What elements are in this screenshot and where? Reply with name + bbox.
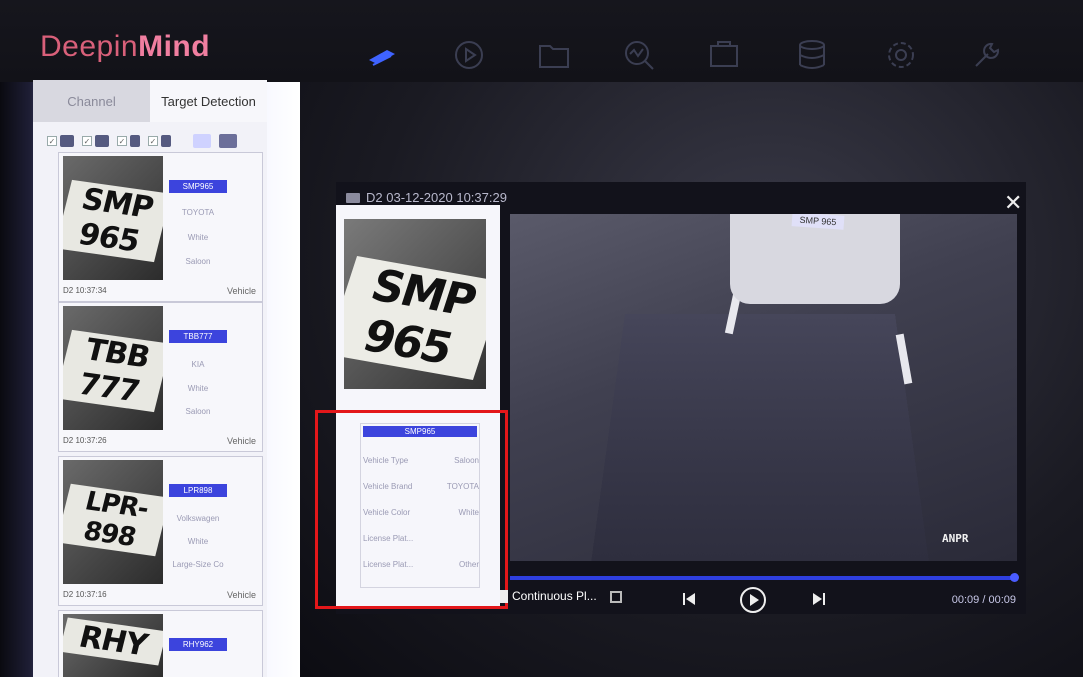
plate-snapshot: SMP 965 (344, 219, 486, 389)
capture-time: D2 10:37:26 (63, 436, 107, 445)
car-icon (95, 135, 109, 147)
list-item[interactable]: RHY RHY962 (58, 610, 263, 677)
checkbox[interactable]: ✓ (82, 136, 92, 146)
folder-icon[interactable] (537, 38, 571, 72)
target-type: Vehicle (226, 286, 256, 296)
time-readout: 00:09 / 00:09 (951, 594, 1016, 606)
camera-icon (346, 192, 360, 203)
plate-thumbnail: SMP 965 (63, 156, 163, 280)
time-sort-icon[interactable] (193, 134, 211, 148)
playback-title-text: D2 03-12-2020 10:37:29 (366, 190, 507, 205)
plate-thumbnail: RHY (63, 614, 163, 677)
capture-time: D2 10:37:16 (63, 590, 107, 599)
target-filters: ✓ ✓ ✓ ✓ (47, 130, 267, 152)
pedestrian-filter[interactable]: ✓ (148, 135, 171, 147)
storage-icon[interactable] (795, 38, 829, 72)
playback-icon[interactable] (452, 38, 486, 72)
checkbox[interactable]: ✓ (117, 136, 127, 146)
top-navigation-bar: DeepinMind (0, 0, 1083, 82)
road-surface (591, 314, 929, 561)
left-panel: Channel Target Detection ✓ ✓ ✓ ✓ SMP 965… (33, 80, 267, 677)
previous-icon[interactable] (680, 590, 698, 608)
pedestrian-icon (161, 135, 171, 147)
vehicle-body: Saloon (185, 407, 211, 416)
vehicle-color: White (187, 233, 209, 242)
app-logo: DeepinMind (40, 30, 211, 63)
video-frame: SMP 965 ANPR (510, 214, 1017, 561)
search-analysis-icon[interactable] (622, 38, 656, 72)
vehicle-filter[interactable]: ✓ (47, 135, 74, 147)
playback-title: D2 03-12-2020 10:37:29 (346, 190, 507, 205)
list-item[interactable]: SMP 965 SMP965 TOYOTA White Saloon D2 10… (58, 152, 263, 302)
next-icon[interactable] (810, 590, 828, 608)
vehicle-body: Saloon (185, 257, 211, 266)
person-icon (130, 135, 140, 147)
panel-tabs: Channel Target Detection (33, 80, 267, 122)
vehicle-brand: Volkswagen (176, 514, 220, 523)
vehicle-color: White (187, 384, 209, 393)
target-type: Vehicle (226, 590, 256, 600)
tab-channel[interactable]: Channel (33, 80, 150, 122)
target-type: Vehicle (226, 436, 256, 446)
vehicle-brand: KIA (191, 360, 205, 369)
person-filter[interactable]: ✓ (117, 135, 140, 147)
camera-icon[interactable] (365, 38, 399, 72)
anpr-overlay: ANPR (942, 532, 969, 545)
settings-icon[interactable] (884, 38, 918, 72)
red-highlight-box (315, 410, 508, 609)
pause-icon (500, 589, 508, 603)
continuous-play-button[interactable]: Continuous Pl... (500, 589, 597, 603)
plate-number-badge: RHY962 (169, 638, 227, 651)
tab-target-detection[interactable]: Target Detection (150, 80, 267, 122)
plate-number-badge: LPR898 (169, 484, 227, 497)
list-item[interactable]: LPR-898 LPR898 Volkswagen White Large-Si… (58, 456, 263, 606)
video-wall-icon[interactable] (707, 38, 741, 72)
plate-number-badge: SMP965 (169, 180, 227, 193)
tag-sort-icon[interactable] (219, 134, 237, 148)
plate-thumbnail: LPR-898 (63, 460, 163, 584)
maintenance-icon[interactable] (970, 38, 1004, 72)
vehicle-body: Large-Size Co (172, 560, 224, 569)
checkbox[interactable]: ✓ (148, 136, 158, 146)
clip-icon[interactable] (610, 591, 622, 603)
capture-time: D2 10:37:34 (63, 286, 107, 295)
close-icon[interactable]: ✕ (1004, 190, 1022, 216)
vehicle-color: White (187, 537, 209, 546)
plate-number-badge: TBB777 (169, 330, 227, 343)
list-item[interactable]: TBB 777 TBB777 KIA White Saloon D2 10:37… (58, 302, 263, 452)
play-button[interactable] (740, 587, 766, 613)
plate-thumbnail: TBB 777 (63, 306, 163, 430)
progress-bar[interactable] (510, 576, 1018, 580)
vehicle-icon (60, 135, 74, 147)
continuous-play-label: Continuous Pl... (512, 589, 597, 603)
checkbox[interactable]: ✓ (47, 136, 57, 146)
playback-controls: Continuous Pl... 00:09 / 00:09 (500, 585, 1020, 615)
progress-handle[interactable] (1010, 573, 1019, 582)
car-filter[interactable]: ✓ (82, 135, 109, 147)
vehicle-brand: TOYOTA (181, 208, 215, 217)
